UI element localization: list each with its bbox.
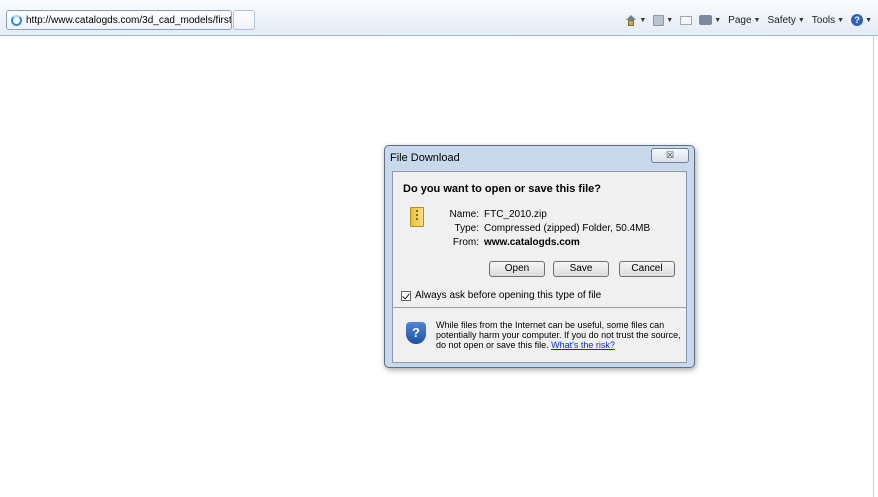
security-shield-icon: ? [406,322,426,344]
chevron-down-icon: ▼ [865,16,872,24]
tools-menu-label: Tools [811,14,836,26]
page-menu-label: Page [728,14,752,26]
help-icon: ? [851,14,864,26]
chevron-down-icon: ▼ [753,16,761,24]
printer-icon [699,15,713,25]
zip-folder-icon [410,207,424,227]
whats-the-risk-link[interactable]: What's the risk? [551,340,615,350]
chevron-down-icon: ▼ [797,16,805,24]
page-menu[interactable]: Page ▼ [728,15,760,26]
page-loading-icon [11,14,22,26]
always-ask-row: Always ask before opening this type of f… [401,290,601,301]
chevron-down-icon: ▼ [837,16,845,24]
feeds-button[interactable]: ▼ [653,14,673,26]
read-mail-button[interactable] [680,15,693,25]
browser-tab[interactable]: http://www.catalogds.com/3d_cad_models/f… [6,10,232,30]
tools-menu[interactable]: Tools ▼ [812,15,844,26]
browser-toolbar: http://www.catalogds.com/3d_cad_models/f… [0,0,878,36]
file-download-dialog: File Download ☒ Do you want to open or s… [384,145,695,368]
chevron-down-icon[interactable]: ▼ [639,17,646,24]
cancel-button[interactable]: Cancel [619,261,675,277]
safety-menu-label: Safety [767,14,796,26]
always-ask-label[interactable]: Always ask before opening this type of f… [415,290,601,301]
file-name-value: FTC_2010.zip [484,209,547,220]
file-from-label: From: [452,237,479,248]
safety-menu[interactable]: Safety ▼ [767,15,804,26]
help-menu[interactable]: ? ▼ [851,14,872,26]
file-name-label: Name: [449,209,479,220]
file-type-row: Type: Compressed (zipped) Folder, 50.4MB [433,223,651,234]
tab-title: http://www.catalogds.com/3d_cad_models/f… [26,14,231,26]
home-button[interactable]: ▼ [625,14,646,26]
always-ask-checkbox[interactable] [401,290,411,301]
save-button[interactable]: Save [553,261,609,277]
close-button[interactable]: ☒ [651,148,689,163]
dialog-body: Do you want to open or save this file? N… [392,171,687,363]
new-tab-button[interactable] [233,10,255,30]
dialog-title: File Download [390,152,460,164]
dialog-question: Do you want to open or save this file? [403,183,602,195]
chevron-down-icon[interactable]: ▼ [666,17,673,24]
warning-message: While files from the Internet can be use… [436,320,684,350]
file-name-row: Name: FTC_2010.zip [433,209,547,220]
vertical-scrollbar[interactable] [873,36,878,497]
file-type-label: Type: [454,223,479,234]
file-type-value: Compressed (zipped) Folder, 50.4MB [484,223,651,234]
file-from-row: From: www.catalogds.com [433,237,580,248]
close-icon: ☒ [665,150,675,160]
chevron-down-icon[interactable]: ▼ [714,17,721,24]
feed-icon [653,14,665,26]
mail-icon [680,15,693,25]
home-icon [625,14,637,26]
open-button[interactable]: Open [489,261,545,277]
print-button[interactable]: ▼ [699,15,721,25]
file-from-value: www.catalogds.com [484,237,580,248]
command-bar: ▼ ▼ ▼ Page ▼ Safety ▼ Tools ▼ ? ▼ [625,10,872,30]
